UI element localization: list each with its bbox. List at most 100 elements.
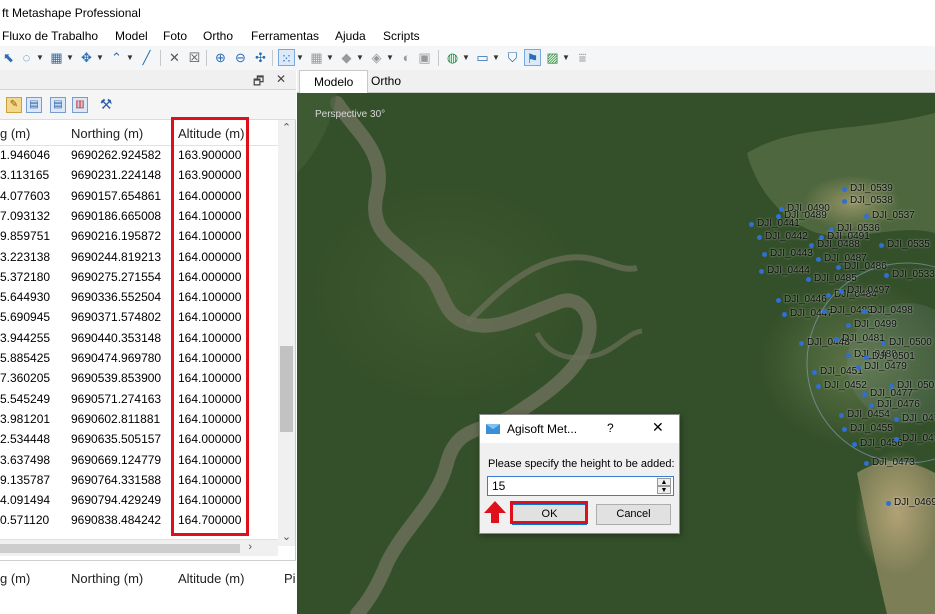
column-extra[interactable]: Pi — [284, 571, 296, 586]
camera-dot[interactable] — [762, 252, 767, 257]
column-easting[interactable]: g (m) — [0, 126, 30, 141]
camera-label[interactable]: DJI_0443 — [770, 248, 813, 259]
draw-polyline-icon[interactable]: ⌃ — [108, 49, 125, 66]
close-dialog-button[interactable]: ✕ — [652, 419, 664, 436]
dense-cloud-icon[interactable]: ▦ — [308, 49, 325, 66]
camera-label[interactable]: DJI_0497 — [847, 285, 890, 296]
camera-label[interactable]: DJI_0452 — [824, 380, 867, 391]
camera-dot[interactable] — [816, 257, 821, 262]
tab-ortho[interactable]: Ortho — [357, 70, 415, 93]
camera-dot[interactable] — [782, 312, 787, 317]
camera-label[interactable]: DJI_0485 — [814, 273, 857, 284]
camera-dot[interactable] — [759, 269, 764, 274]
scroll-right-icon[interactable]: › — [248, 541, 252, 553]
camera-dot[interactable] — [816, 384, 821, 389]
column-northing[interactable]: Northing (m) — [71, 571, 143, 586]
export-icon[interactable]: ▤ — [50, 97, 66, 113]
menu-model[interactable]: Model — [115, 29, 148, 43]
camera-label[interactable]: DJI_0446 — [784, 294, 827, 305]
scroll-up-icon[interactable]: ⌃ — [278, 120, 295, 137]
crop-selection-icon[interactable]: ☒ — [186, 49, 203, 66]
spin-down-icon[interactable]: ▼ — [657, 486, 671, 494]
camera-label[interactable]: DJI_0454 — [847, 409, 890, 420]
camera-dot[interactable] — [869, 403, 874, 408]
menu-fluxo-de-trabalho[interactable]: Fluxo de Trabalho — [2, 29, 98, 43]
camera-dot[interactable] — [836, 265, 841, 270]
menu-scripts[interactable]: Scripts — [383, 29, 420, 43]
tiled-model-icon[interactable]: ◈ — [368, 49, 385, 66]
camera-label[interactable]: DJI_0533 — [892, 269, 935, 280]
chevron-down-icon[interactable]: ▼ — [326, 49, 334, 66]
camera-dot[interactable] — [864, 355, 869, 360]
move-icon[interactable]: ✥ — [78, 49, 95, 66]
edit-reference-icon[interactable]: ✎ — [6, 97, 22, 113]
camera-label[interactable]: DJI_0476 — [877, 399, 920, 410]
camera-dot[interactable] — [884, 273, 889, 278]
select-icon[interactable]: ⬉ — [0, 49, 17, 66]
height-input[interactable] — [487, 476, 674, 496]
camera-label[interactable]: DJI_0471 — [902, 433, 935, 444]
camera-label[interactable]: DJI_0455 — [850, 423, 893, 434]
camera-dot[interactable] — [842, 199, 847, 204]
chevron-down-icon[interactable]: ▼ — [96, 49, 104, 66]
camera-label[interactable]: DJI_0442 — [765, 231, 808, 242]
camera-dot[interactable] — [812, 370, 817, 375]
spin-up-icon[interactable]: ▲ — [657, 478, 671, 486]
show-region-icon[interactable]: ⩸ — [574, 49, 591, 66]
show-markers-icon[interactable]: ⚑ — [524, 49, 541, 66]
camera-dot[interactable] — [826, 293, 831, 298]
camera-dot[interactable] — [894, 437, 899, 442]
show-cameras-icon[interactable]: ▭ — [474, 49, 491, 66]
column-northing[interactable]: Northing (m) — [71, 126, 143, 141]
camera-dot[interactable] — [839, 413, 844, 418]
chevron-down-icon[interactable]: ▼ — [492, 49, 500, 66]
camera-dot[interactable] — [749, 222, 754, 227]
camera-label[interactable]: DJI_0477 — [870, 388, 913, 399]
camera-dot[interactable] — [846, 353, 851, 358]
column-altitude[interactable]: Altitude (m) — [178, 571, 244, 586]
camera-label[interactable]: DJI_0486 — [844, 261, 887, 272]
camera-dot[interactable] — [879, 243, 884, 248]
point-cloud-icon[interactable]: ⁙ — [278, 49, 295, 66]
chevron-down-icon[interactable]: ▼ — [36, 49, 44, 66]
show-images-icon[interactable]: ▨ — [544, 49, 561, 66]
camera-dot[interactable] — [799, 341, 804, 346]
show-shapes-icon[interactable]: ⛉ — [504, 49, 521, 66]
globe-icon[interactable]: ◍ — [444, 49, 461, 66]
zoom-in-icon[interactable]: ⊕ — [212, 49, 229, 66]
camera-label[interactable]: DJI_0475 — [902, 413, 935, 424]
camera-label[interactable]: DJI_0444 — [767, 265, 810, 276]
dem-icon[interactable]: ◐ — [398, 49, 415, 66]
camera-dot[interactable] — [842, 427, 847, 432]
table-icon[interactable]: ▥ — [72, 97, 88, 113]
camera-label[interactable]: DJI_0479 — [864, 361, 907, 372]
camera-dot[interactable] — [864, 461, 869, 466]
chevron-down-icon[interactable]: ▼ — [66, 49, 74, 66]
menu-ortho[interactable]: Ortho — [203, 29, 233, 43]
chevron-down-icon[interactable]: ▼ — [562, 49, 570, 66]
camera-label[interactable]: DJI_0498 — [870, 305, 913, 316]
ruler-icon[interactable]: ╱ — [138, 49, 155, 66]
camera-label[interactable]: DJI_0539 — [850, 183, 893, 194]
chevron-down-icon[interactable]: ▼ — [296, 49, 304, 66]
camera-dot[interactable] — [822, 309, 827, 314]
camera-dot[interactable] — [806, 277, 811, 282]
convert-icon[interactable]: ▤ — [26, 97, 42, 113]
model-view[interactable]: Perspective 30° DJI_0539 DJI_0538 DJI_0490… — [297, 93, 935, 614]
settings-tools-icon[interactable]: ⚒ — [98, 97, 114, 113]
camera-label[interactable]: DJI_0473 — [872, 457, 915, 468]
chevron-down-icon[interactable]: ▼ — [386, 49, 394, 66]
menu-ferramentas[interactable]: Ferramentas — [251, 29, 319, 43]
navigate-icon[interactable]: ✣ — [252, 49, 269, 66]
camera-dot[interactable] — [852, 442, 857, 447]
height-spinner[interactable]: ▲ ▼ — [657, 478, 671, 494]
camera-dot[interactable] — [839, 289, 844, 294]
camera-dot[interactable] — [846, 323, 851, 328]
camera-dot[interactable] — [757, 235, 762, 240]
camera-label[interactable]: DJI_0535 — [887, 239, 930, 250]
scroll-thumb-horizontal[interactable] — [0, 544, 240, 553]
camera-dot[interactable] — [856, 365, 861, 370]
camera-label[interactable]: DJI_0441 — [757, 218, 800, 229]
chevron-down-icon[interactable]: ▼ — [126, 49, 134, 66]
camera-dot[interactable] — [842, 187, 847, 192]
